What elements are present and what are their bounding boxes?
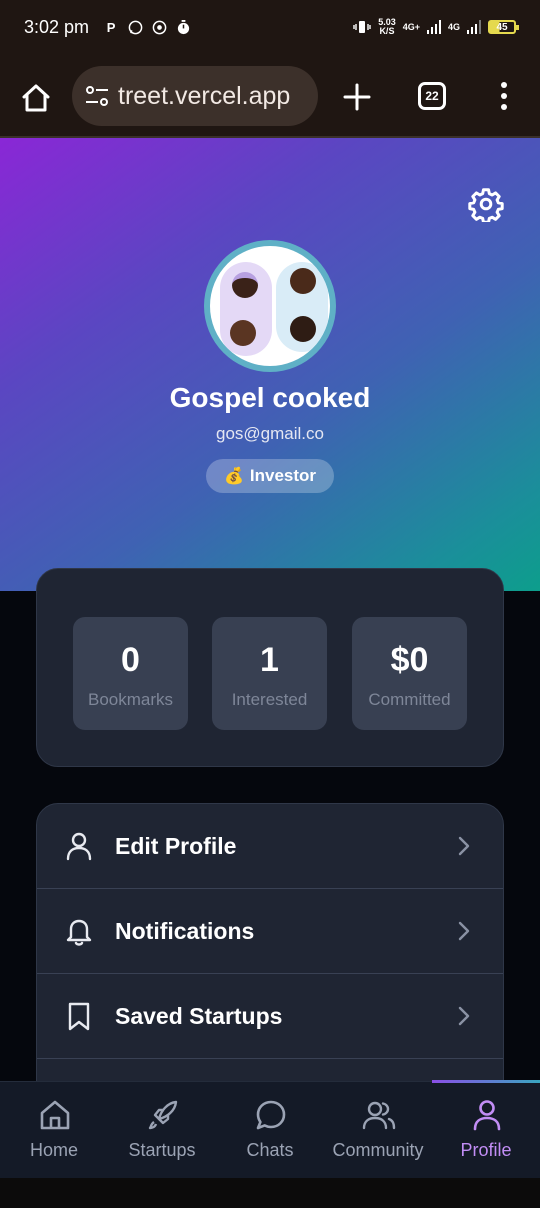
nav-chats[interactable]: Chats bbox=[216, 1082, 324, 1179]
vibrate-icon bbox=[353, 21, 371, 33]
address-bar[interactable]: treet.vercel.app bbox=[72, 66, 318, 126]
battery-icon: 45 bbox=[488, 20, 519, 34]
memoji bbox=[290, 268, 316, 294]
nav-home[interactable]: Home bbox=[0, 1082, 108, 1179]
role-label: Investor bbox=[249, 466, 317, 485]
more-options-icon[interactable] bbox=[496, 81, 512, 111]
chevron-right-icon bbox=[458, 1006, 470, 1026]
gear-icon[interactable] bbox=[468, 186, 504, 222]
signal-label-1: 4G+ bbox=[402, 22, 420, 32]
settings-menu: Edit Profile Notifications Saved Startup… bbox=[36, 803, 504, 1103]
nav-label: Home bbox=[29, 1140, 78, 1160]
nav-label: Chats bbox=[246, 1140, 294, 1160]
menu-item-saved-startups[interactable]: Saved Startups bbox=[37, 974, 503, 1059]
home-icon bbox=[40, 1100, 70, 1130]
url-text: treet.vercel.app bbox=[118, 81, 291, 110]
system-gesture-bar bbox=[0, 1178, 540, 1208]
user-icon bbox=[473, 1100, 501, 1131]
signal-label-2: 4G bbox=[447, 22, 460, 32]
tab-switcher-button[interactable]: 22 bbox=[418, 82, 446, 110]
menu-item-label: Saved Startups bbox=[115, 1002, 283, 1029]
memoji bbox=[290, 316, 316, 342]
bookmark-icon bbox=[68, 1002, 90, 1031]
users-icon bbox=[362, 1101, 396, 1130]
menu-item-notifications[interactable]: Notifications bbox=[37, 889, 503, 974]
stat-interested[interactable]: 1 Interested bbox=[212, 617, 327, 730]
money-bag-icon: 💰 bbox=[223, 468, 244, 485]
avatar[interactable] bbox=[204, 240, 336, 372]
signal-icon bbox=[426, 20, 441, 34]
nav-label: Profile bbox=[460, 1140, 512, 1160]
stat-value: 1 bbox=[260, 641, 279, 679]
menu-item-label: Notifications bbox=[115, 917, 255, 944]
rocket-icon bbox=[148, 1100, 178, 1130]
p-icon: P bbox=[106, 19, 116, 35]
status-indicators: 5.03 K/S 4G+ 4G 45 bbox=[353, 18, 519, 36]
bell-icon bbox=[66, 919, 92, 946]
profile-name: Gospel cooked bbox=[169, 382, 371, 413]
signal-icon bbox=[467, 20, 481, 34]
menu-item-edit-profile[interactable]: Edit Profile bbox=[37, 804, 503, 889]
new-tab-icon[interactable] bbox=[342, 82, 372, 112]
status-bar: 3:02 pm P 5.03 K/S 4G+ 4G 45 bbox=[0, 0, 540, 54]
chevron-right-icon bbox=[458, 921, 470, 941]
chevron-right-icon bbox=[458, 836, 470, 856]
stat-committed[interactable]: $0 Committed bbox=[352, 617, 467, 730]
timer-icon bbox=[175, 19, 191, 35]
bottom-nav: Home Startups Chats Community Profile bbox=[0, 1080, 540, 1179]
profile-header: Gospel cooked gos@gmail.co 💰 Investor bbox=[0, 138, 540, 591]
chat-icon bbox=[256, 1100, 286, 1130]
stat-label: Committed bbox=[368, 690, 451, 709]
stat-bookmarks[interactable]: 0 Bookmarks bbox=[73, 617, 188, 730]
stat-value: 0 bbox=[121, 641, 140, 679]
nav-startups[interactable]: Startups bbox=[108, 1082, 216, 1179]
home-icon[interactable] bbox=[20, 82, 52, 114]
status-time: 3:02 pm bbox=[24, 16, 90, 37]
site-settings-icon[interactable] bbox=[84, 84, 110, 108]
browser-toolbar: treet.vercel.app 22 bbox=[0, 54, 540, 138]
nav-label: Community bbox=[332, 1140, 424, 1160]
memoji bbox=[232, 272, 258, 298]
stat-label: Interested bbox=[231, 690, 308, 709]
nav-label: Startups bbox=[128, 1140, 196, 1160]
memoji bbox=[230, 320, 256, 346]
nav-profile[interactable]: Profile bbox=[432, 1082, 540, 1179]
net-speed-unit: K/S bbox=[379, 26, 395, 36]
battery-level: 45 bbox=[496, 21, 508, 33]
tab-count: 22 bbox=[425, 89, 439, 103]
role-badge: 💰 Investor bbox=[206, 459, 334, 493]
profile-email: gos@gmail.co bbox=[216, 424, 324, 443]
stats-card: 0 Bookmarks 1 Interested $0 Committed bbox=[36, 568, 504, 767]
user-icon bbox=[66, 832, 92, 861]
notification-icons: P bbox=[103, 19, 191, 35]
stat-value: $0 bbox=[390, 641, 429, 679]
messenger-icon bbox=[151, 19, 167, 35]
net-speed: 5.03 K/S bbox=[378, 18, 396, 36]
menu-item-label: Edit Profile bbox=[115, 832, 237, 859]
avatar-image bbox=[210, 246, 330, 366]
whatsapp-icon bbox=[127, 19, 143, 35]
nav-community[interactable]: Community bbox=[324, 1082, 432, 1179]
stat-label: Bookmarks bbox=[87, 690, 174, 709]
